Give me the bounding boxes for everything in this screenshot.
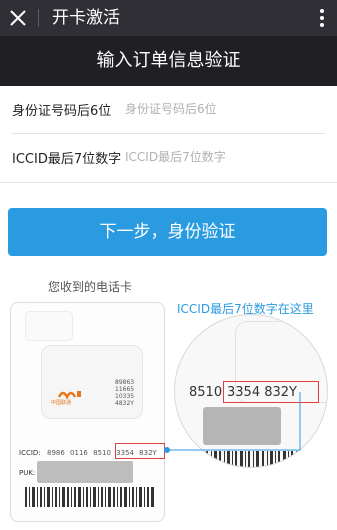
carrier-logo-text: 中国联通 [51,400,72,406]
app-title: 开卡激活 [52,8,120,28]
puk-scratch-area [37,461,133,483]
page-header: 输入订单信息验证 [0,36,337,86]
zoom-barcode-icon [185,451,323,467]
iccid-input[interactable] [125,144,325,170]
zoom-highlight-box [223,381,319,403]
next-step-button[interactable]: 下一步，身份验证 [8,208,327,256]
sim-caption: 您收到的电话卡 [48,280,133,294]
sim-code: 89863 11665 10335 4832Y [115,379,135,407]
top-bar: 开卡激活 [0,0,337,36]
row-divider [0,182,337,183]
zoom-pointer-dot [164,447,170,453]
iccid-highlight-box [115,443,165,459]
id-row: 身份证号码后6位 [0,86,337,132]
sim-card-notch [25,311,73,341]
iccid-label: ICCID最后7位数字 [12,152,122,167]
top-bar-divider [38,9,39,27]
card-puk-label: PUK: [19,469,36,477]
close-icon[interactable] [8,8,28,28]
id-input[interactable] [125,96,325,122]
zoom-prefix: 8510 [189,385,223,400]
more-vertical-icon[interactable] [319,8,325,28]
zoom-magnifier: 8510 3354 832Y [174,314,328,468]
sim-card-illustration: 中国联通 89863 11665 10335 4832Y ICCID: 8986… [10,302,165,522]
barcode-icon [25,487,154,507]
zoom-puk-area [203,407,281,445]
id-label: 身份证号码后6位 [12,104,112,119]
iccid-row: ICCID最后7位数字 [0,134,337,180]
card-iccid-label: ICCID: [19,449,41,457]
